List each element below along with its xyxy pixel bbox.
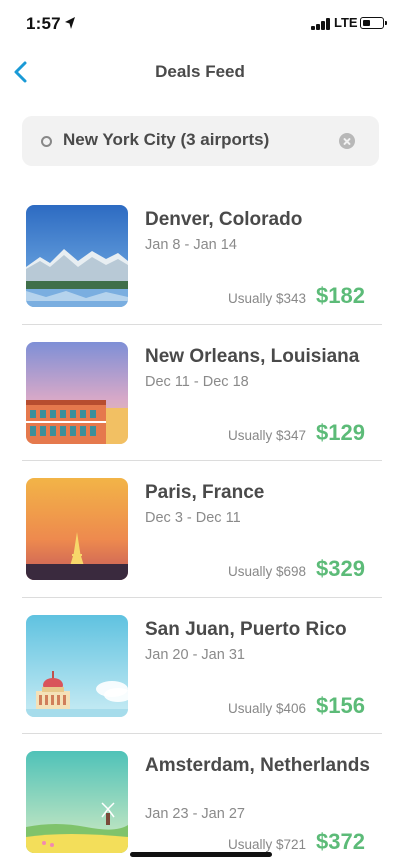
deal-dates: Jan 23 - Jan 27 [145, 806, 245, 822]
origin-search-field[interactable]: New York City (3 airports) [22, 116, 379, 166]
deal-usual-price: Usually $343 [227, 291, 306, 306]
deal-price: $372 [316, 829, 365, 854]
home-indicator[interactable] [130, 852, 272, 857]
deal-price: $182 [316, 283, 365, 308]
deal-city: New Orleans, Louisiana [145, 345, 360, 367]
deal-usual-price: Usually $721 [227, 837, 306, 852]
clear-icon[interactable] [339, 133, 355, 149]
destination-image [26, 751, 128, 853]
deal-city: Paris, France [145, 482, 265, 503]
deal-item[interactable]: Amsterdam, Netherlands Jan 23 - Jan 27 U… [0, 734, 400, 866]
nav-bar: Deals Feed [0, 50, 400, 94]
deal-price: $156 [316, 692, 365, 718]
deal-item[interactable]: San Juan, Puerto Rico Jan 20 - Jan 31 Us… [0, 598, 400, 734]
status-time: 1:57 [26, 14, 61, 33]
deal-city: Denver, Colorado [145, 209, 303, 230]
destination-image [26, 478, 128, 580]
status-bar: 1:57 LTE [0, 0, 400, 46]
battery-icon [360, 17, 387, 29]
deal-dates: Jan 8 - Jan 14 [145, 237, 237, 253]
origin-search-value[interactable]: New York City (3 airports) [63, 130, 269, 150]
deal-dates: Jan 20 - Jan 31 [145, 646, 245, 663]
signal-icon [311, 18, 331, 30]
deal-dates: Dec 3 - Dec 11 [145, 510, 241, 526]
network-label: LTE [334, 15, 358, 30]
deal-item[interactable]: New Orleans, Louisiana Dec 11 - Dec 18 U… [0, 325, 400, 461]
deal-city: Amsterdam, Netherlands [145, 755, 370, 776]
deal-usual-price: Usually $406 [227, 700, 306, 716]
destination-image [26, 205, 128, 307]
deal-item[interactable]: Denver, Colorado Jan 8 - Jan 14 Usually … [0, 188, 400, 325]
page-title: Deals Feed [155, 62, 245, 81]
deals-list: Denver, Colorado Jan 8 - Jan 14 Usually … [0, 188, 400, 866]
destination-image [26, 614, 128, 717]
deal-dates: Dec 11 - Dec 18 [145, 373, 249, 390]
deal-city: San Juan, Puerto Rico [145, 618, 347, 640]
deal-price: $329 [316, 556, 365, 581]
deal-price: $129 [316, 419, 365, 445]
deal-usual-price: Usually $698 [227, 564, 306, 579]
deal-item[interactable]: Paris, France Dec 3 - Dec 11 Usually $69… [0, 461, 400, 598]
location-arrow-icon [65, 17, 75, 29]
origin-dot-icon [41, 136, 52, 147]
deal-usual-price: Usually $347 [227, 427, 306, 443]
destination-image [26, 341, 128, 444]
